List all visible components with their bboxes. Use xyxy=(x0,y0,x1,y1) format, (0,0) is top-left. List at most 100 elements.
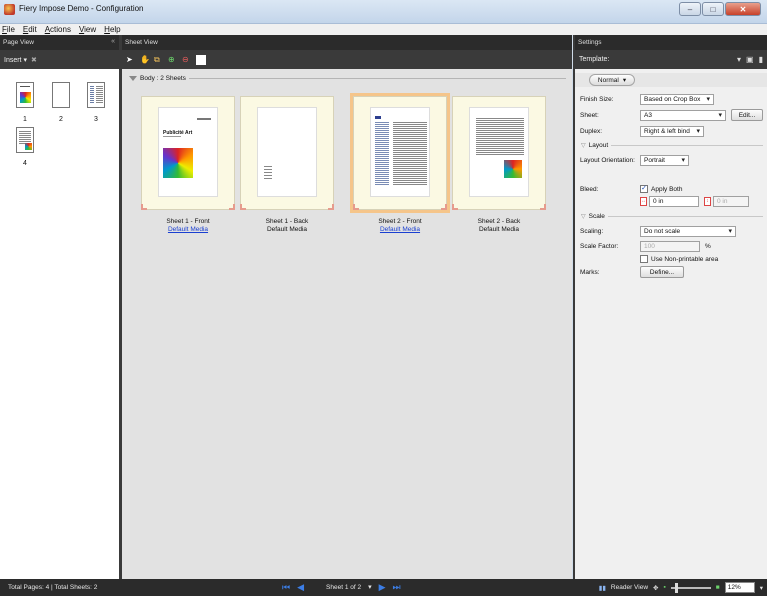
sheet-navigation: ⏮ ◀ Sheet 1 of 2 ▾ ▶ ⏭ xyxy=(282,582,401,592)
next-sheet-icon[interactable]: ▶ xyxy=(379,582,386,592)
menu-help[interactable]: Help xyxy=(104,25,120,34)
sheet-name: Sheet 1 - Back xyxy=(265,218,309,225)
duplex-select[interactable]: Right & left bind xyxy=(640,126,704,137)
first-sheet-icon[interactable]: ⏮ xyxy=(282,582,290,592)
mode-label: Normal xyxy=(597,76,619,84)
menu-actions[interactable]: Actions xyxy=(45,25,71,34)
scaling-select[interactable]: Do not scale xyxy=(640,226,736,237)
close-button[interactable]: ✕ xyxy=(725,2,761,16)
zoom-in-icon[interactable]: ■ xyxy=(716,584,720,591)
chevron-down-icon: ▾ xyxy=(622,77,627,84)
previous-sheet-icon[interactable]: ◀ xyxy=(297,582,304,592)
last-sheet-icon[interactable]: ⏭ xyxy=(393,582,401,592)
page-thumbnail[interactable] xyxy=(87,82,105,108)
bleed-height-input[interactable]: 0 in xyxy=(713,196,749,207)
body-section-label: Body : 2 Sheets xyxy=(140,74,186,82)
page-thumbnail[interactable] xyxy=(16,82,34,108)
page-number: 4 xyxy=(23,160,27,167)
bleed-label: Bleed: xyxy=(580,186,599,193)
scaling-label: Scaling: xyxy=(580,228,604,235)
reader-view-icon[interactable]: ▮▮ xyxy=(599,584,606,592)
sheet-2-front[interactable] xyxy=(350,93,450,213)
maximize-button[interactable]: □ xyxy=(702,2,724,16)
zoom-slider[interactable] xyxy=(670,582,711,593)
zoom-out-icon[interactable]: ⊖ xyxy=(182,55,192,65)
sheet-view-toolbar: ➤ ✋ ⧉ ⊕ ⊖ xyxy=(122,50,572,69)
sheet-dropdown-icon[interactable]: ▾ xyxy=(368,583,372,591)
delete-page-icon[interactable]: ✖ xyxy=(31,56,37,64)
sheet-page xyxy=(469,107,529,197)
page-thumbnail[interactable] xyxy=(52,82,70,108)
non-printable-checkbox[interactable] xyxy=(640,255,648,263)
zoom-slider-knob[interactable] xyxy=(674,582,678,593)
title-bar: Fiery Impose Demo - Configuration – □ ✕ xyxy=(0,0,767,24)
sheet-label: Sheet 2 - Back Default Media xyxy=(449,218,549,234)
edit-sheet-button[interactable]: Edit... xyxy=(731,109,763,121)
delete-template-icon[interactable]: ▮ xyxy=(759,55,763,64)
insert-label: Insert xyxy=(4,56,22,64)
non-printable-label: Use Non-printable area xyxy=(651,256,719,263)
layout-orientation-select[interactable]: Portrait xyxy=(640,155,689,166)
template-toolbar: Template: ▾ ▣ ▮ xyxy=(575,50,767,69)
zoom-dropdown-icon[interactable]: ▾ xyxy=(760,584,763,592)
scale-factor-label: Scale Factor: xyxy=(580,243,619,250)
sheet-size-select[interactable]: A3 xyxy=(640,110,726,121)
bleed-width-input[interactable]: 0 in xyxy=(649,196,699,207)
sheet-view-header: Sheet View xyxy=(122,35,572,50)
totals-text: Total Pages: 4 | Total Sheets: 2 xyxy=(8,584,98,591)
fit-to-window-icon[interactable]: ✥ xyxy=(653,584,658,592)
settings-title: Settings xyxy=(578,39,602,46)
menu-edit[interactable]: Edit xyxy=(23,25,37,34)
sheet-1-back[interactable] xyxy=(240,96,334,210)
default-media-link[interactable]: Default Media xyxy=(138,226,238,234)
page-view-title: Page View xyxy=(3,39,34,46)
divider xyxy=(611,144,763,146)
save-template-icon[interactable]: ▣ xyxy=(746,55,754,64)
sheet-1-front[interactable]: Publicité Art xyxy=(141,96,235,210)
view-controls: ▮▮ Reader View ✥ ▪ ■ 12% ▾ xyxy=(599,582,763,593)
collapse-icon[interactable]: « xyxy=(111,38,115,45)
scale-section-header[interactable]: ▽ Scale xyxy=(581,211,763,221)
sheet-view-panel: Sheet View ➤ ✋ ⧉ ⊕ ⊖ Body : 2 Sheets Pub… xyxy=(122,35,572,579)
apply-both-checkbox[interactable]: ✓ xyxy=(640,185,648,193)
marks-label: Marks: xyxy=(580,269,600,276)
menu-view[interactable]: View xyxy=(79,25,96,34)
zoom-field[interactable]: 12% xyxy=(724,582,755,593)
sheet-page xyxy=(370,107,430,197)
default-media-link[interactable]: Default Media xyxy=(350,226,450,234)
collapse-triangle-icon[interactable] xyxy=(129,75,137,81)
scale-factor-input[interactable]: 100 xyxy=(640,241,700,252)
body-section-header[interactable]: Body : 2 Sheets xyxy=(129,72,566,84)
hand-tool-icon[interactable]: ✋ xyxy=(140,55,150,65)
page-settings-icon[interactable] xyxy=(196,54,206,65)
sheet-name: Sheet 2 - Back xyxy=(477,218,521,225)
layout-section-header[interactable]: ▽ Layout xyxy=(581,140,763,150)
page-thumbnail[interactable] xyxy=(16,127,34,153)
page-number: 2 xyxy=(59,116,63,123)
zoom-in-icon[interactable]: ⊕ xyxy=(168,55,178,65)
template-actions: ▾ ▣ ▮ xyxy=(737,55,763,64)
reader-view-label[interactable]: Reader View xyxy=(611,584,648,591)
finish-size-select[interactable]: Based on Crop Box xyxy=(640,94,714,105)
sheet-2-back[interactable] xyxy=(452,96,546,210)
pointer-tool-icon[interactable]: ➤ xyxy=(126,55,136,65)
sheet-view-title: Sheet View xyxy=(125,39,158,46)
insert-button[interactable]: Insert ▾ xyxy=(4,56,27,64)
settings-panel: Settings Template: ▾ ▣ ▮ Normal ▾ Finish … xyxy=(573,35,767,579)
minimize-button[interactable]: – xyxy=(679,2,701,16)
layout-orientation-label: Layout Orientation: xyxy=(580,157,635,164)
crop-marks-icon[interactable]: ⧉ xyxy=(154,55,164,65)
layout-section-label: Layout xyxy=(588,141,609,149)
bleed-corner xyxy=(441,204,447,210)
sheet-name: Sheet 1 - Front xyxy=(166,218,210,225)
status-bar: Total Pages: 4 | Total Sheets: 2 ⏮ ◀ She… xyxy=(0,579,767,596)
menu-file[interactable]: File xyxy=(2,25,15,34)
mode-dropdown[interactable]: Normal ▾ xyxy=(589,74,635,86)
chevron-down-icon: ▽ xyxy=(581,142,586,149)
duplex-label: Duplex: xyxy=(580,128,603,135)
sheet-page: Publicité Art xyxy=(158,107,218,197)
zoom-out-icon[interactable]: ▪ xyxy=(663,584,665,591)
mode-bar: Normal ▾ xyxy=(575,73,767,87)
template-dropdown-icon[interactable]: ▾ xyxy=(737,55,741,64)
define-marks-button[interactable]: Define... xyxy=(640,266,684,278)
